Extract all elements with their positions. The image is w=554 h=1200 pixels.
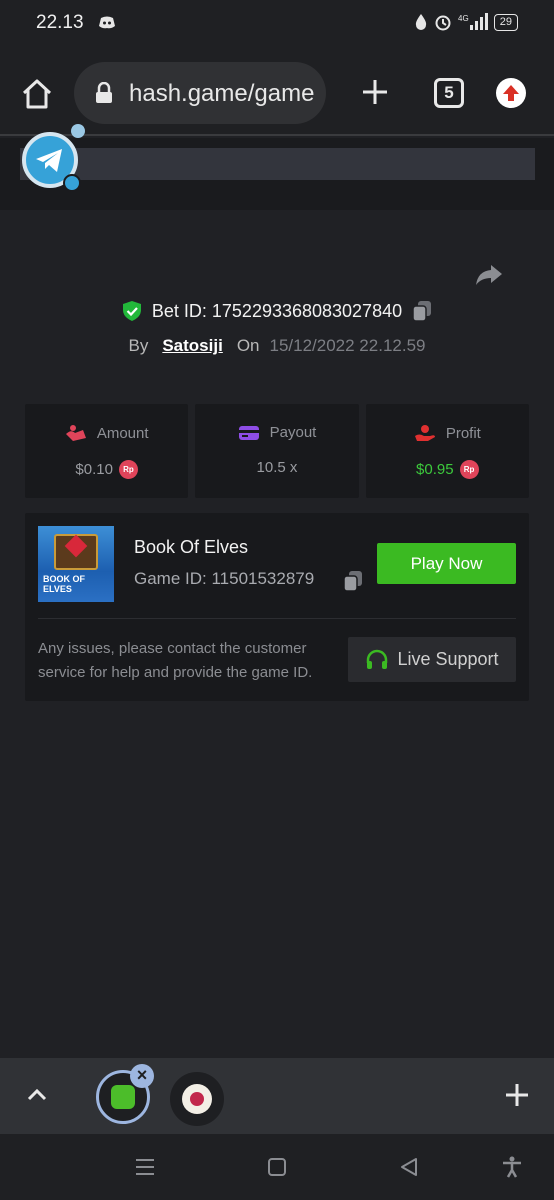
accessibility-icon[interactable] [500,1155,524,1179]
verified-shield-icon [122,301,141,321]
stat-label: Profit [445,424,481,442]
amount-icon [65,425,86,441]
update-arrow-icon [503,85,519,101]
bet-meta-row: By Satosiji On 15/12/2022 22.12.59 [0,336,554,356]
address-bar[interactable]: hash.game/game [74,62,326,124]
divider [38,618,516,619]
add-tab-icon[interactable] [504,1082,530,1108]
username-link[interactable]: Satosiji [162,336,222,356]
game-card: BOOK OF ELVES Book Of Elves Game ID: 115… [25,513,529,701]
hand-coin-icon [414,425,435,441]
stat-amount: Amount $0.10 Rp [25,404,189,498]
close-tab-icon[interactable]: × [130,1064,154,1088]
browser-toolbar: hash.game/game 5 [0,50,554,136]
alarm-icon [435,15,451,31]
stat-payout: Payout 10.5 x [195,404,359,498]
copy-icon[interactable] [412,300,432,322]
share-icon[interactable] [475,263,503,287]
copy-game-id-icon[interactable] [343,570,363,592]
back-icon[interactable] [397,1155,421,1179]
home-nav-icon[interactable] [265,1155,289,1179]
page-header-bar [20,148,535,180]
tab-group-item-other[interactable] [170,1072,224,1126]
game-name: Book Of Elves [134,537,249,557]
stat-label: Payout [269,424,317,441]
currency-badge: Rp [118,460,138,479]
page-header-strip [0,138,554,210]
svg-text:4G: 4G [458,14,469,23]
stat-profit: Profit $0.95 Rp [365,404,529,498]
play-now-button[interactable]: Play Now [377,543,516,584]
bet-date: 15/12/2022 22.12.59 [269,336,426,355]
stat-value: $0.95 [416,461,454,478]
game-thumbnail[interactable]: BOOK OF ELVES [38,526,114,602]
url-text[interactable]: hash.game/game [129,80,314,108]
on-label: On [236,336,260,355]
status-bar: 22.13 4G 29 [0,0,554,50]
telegram-mini-icon [63,174,81,192]
stat-value: 10.5 x [256,459,298,476]
discord-icon [99,16,115,29]
home-icon[interactable] [20,77,54,111]
stat-value: $0.10 [75,461,113,478]
live-support-label: Live Support [397,649,499,669]
favicon-gem [190,1092,204,1106]
status-icons: 4G 29 [414,13,518,31]
update-button[interactable] [496,78,526,108]
bet-id-text: Bet ID: 1752293368083027840 [151,300,403,321]
bet-stats: Amount $0.10 Rp Payout 10.5 x Profit $0.… [25,404,529,498]
chevron-up-icon[interactable] [26,1084,48,1106]
recent-apps-icon[interactable] [133,1155,157,1179]
new-tab-icon[interactable] [360,77,390,107]
data-saver-icon [415,14,426,30]
lock-icon [96,82,112,103]
signal-icon: 4G [458,13,488,30]
game-id: Game ID: 11501532879 [134,569,315,588]
live-support-button[interactable]: Live Support [348,637,516,682]
bet-id-row: Bet ID: 1752293368083027840 [0,300,554,322]
headset-icon [367,649,388,669]
stat-label: Amount [96,424,149,442]
status-time: 22.13 [36,12,84,33]
card-icon [238,425,259,440]
by-label: By [128,336,149,355]
hashgame-favicon-icon [111,1085,135,1109]
system-nav-bar [0,1134,554,1200]
tab-group-bar: × [0,1058,554,1134]
support-note: Any issues, please contact the customer … [38,640,313,681]
tab-switcher-button[interactable]: 5 [434,78,464,108]
thumbnail-text: BOOK OF ELVES [43,574,85,594]
currency-badge: Rp [459,460,479,479]
battery-indicator: 29 [493,13,518,31]
